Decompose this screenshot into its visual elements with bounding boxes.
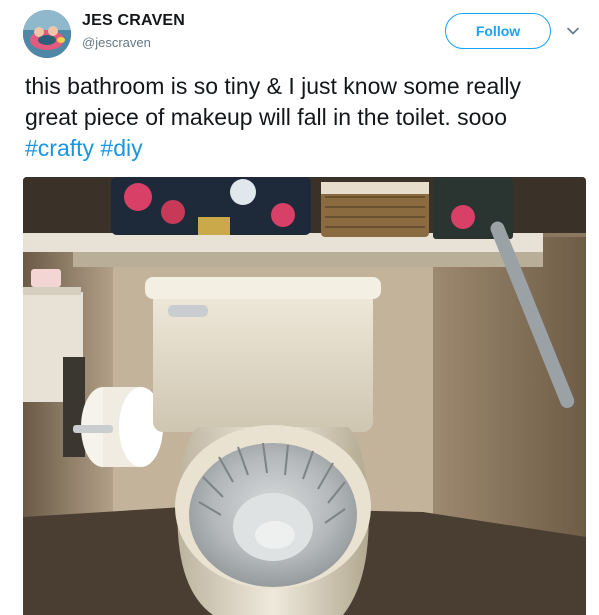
tweet-photo[interactable] [23, 177, 586, 615]
avatar[interactable] [23, 10, 71, 58]
hashtag-crafty[interactable]: #crafty [25, 135, 94, 161]
follow-button[interactable]: Follow [445, 13, 551, 49]
tweet-header: JES CRAVEN @jescraven Follow [0, 0, 599, 70]
avatar-image [23, 10, 71, 58]
display-name[interactable]: JES CRAVEN [82, 12, 185, 30]
bathroom-toilet-photo [23, 177, 586, 615]
hashtag-diy[interactable]: #diy [100, 135, 142, 161]
tweet-text: this bathroom is so tiny & I just know s… [25, 71, 575, 164]
chevron-down-icon[interactable] [566, 24, 580, 38]
tweet-body: this bathroom is so tiny & I just know s… [25, 73, 521, 130]
user-handle[interactable]: @jescraven [82, 35, 151, 50]
